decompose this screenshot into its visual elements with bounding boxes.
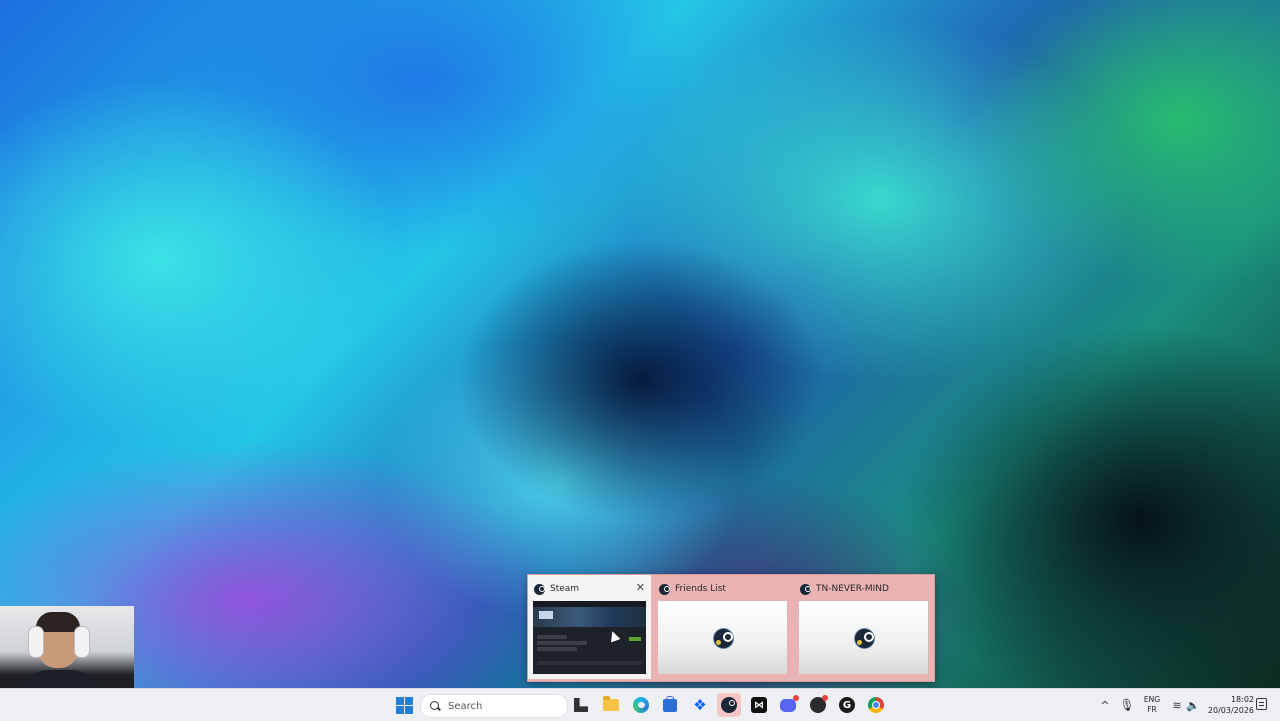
- preview-title: TN-NEVER-MIND: [816, 584, 889, 594]
- headset-icon: [74, 626, 90, 658]
- preview-title-bar: Friends List: [659, 581, 726, 597]
- capcut-icon: ⋈: [751, 697, 767, 713]
- show-hidden-icons-chevron[interactable]: ^: [1098, 689, 1112, 721]
- language-line1: ENG: [1143, 695, 1161, 704]
- folder-icon: [603, 696, 619, 711]
- taskbar-app-file-explorer[interactable]: [599, 693, 623, 717]
- windows-start-icon: [395, 696, 413, 714]
- steam-icon: [800, 583, 811, 595]
- headset-icon: [28, 626, 44, 658]
- taskbar-app-store[interactable]: [658, 693, 682, 717]
- chrome-icon: [868, 697, 884, 713]
- dropbox-icon: ❖: [693, 695, 707, 714]
- volume-icon[interactable]: 🔈: [1186, 689, 1200, 721]
- taskbar-app-files[interactable]: [569, 693, 593, 717]
- obs-icon: [810, 695, 828, 713]
- taskbar-search-box[interactable]: Search: [420, 694, 568, 718]
- steam-icon: [534, 583, 545, 595]
- steam-logo-icon: [713, 628, 734, 649]
- wifi-icon[interactable]: ≋: [1170, 689, 1184, 721]
- start-button[interactable]: [392, 693, 416, 717]
- preview-title: Steam: [550, 584, 580, 594]
- taskbar-app-obs[interactable]: [806, 693, 830, 717]
- taskbar-thumbnail-preview: Steam ✕ Friends List TN-NEVER-MIND: [527, 574, 935, 682]
- preview-title: Friends List: [675, 584, 726, 594]
- taskbar-app-dropbox[interactable]: ❖: [688, 693, 712, 717]
- steam-window-thumbnail: [533, 601, 646, 674]
- taskbar-app-steam[interactable]: [717, 693, 741, 717]
- g-icon: G: [839, 697, 855, 713]
- taskbar: Search ❖ ⋈ G ^ 🎙 ENG FR ≋ 🔈 18:02 20/03/…: [0, 688, 1280, 721]
- microphone-icon[interactable]: 🎙: [1119, 689, 1134, 721]
- close-icon[interactable]: ✕: [636, 581, 645, 595]
- language-indicator[interactable]: ENG FR: [1142, 695, 1162, 715]
- edge-icon: [633, 697, 649, 713]
- preview-title-bar: TN-NEVER-MIND: [800, 581, 889, 597]
- steam-icon: [659, 583, 670, 595]
- steam-logo-icon: [854, 628, 875, 649]
- preview-title-bar: Steam: [534, 581, 579, 597]
- files-icon: [574, 698, 588, 712]
- notification-icon[interactable]: [1256, 698, 1267, 710]
- preview-window-friends-list[interactable]: Friends List: [653, 575, 792, 679]
- search-placeholder: Search: [448, 700, 483, 712]
- preview-window-tn-never-mind[interactable]: TN-NEVER-MIND: [794, 575, 933, 679]
- cursor-icon: [607, 629, 621, 643]
- clock-date: 20/03/2026: [1207, 706, 1254, 715]
- preview-window-steam[interactable]: Steam ✕: [528, 575, 651, 679]
- discord-icon: [780, 694, 799, 712]
- clock-time: 18:02: [1230, 695, 1254, 704]
- language-line2: FR: [1147, 705, 1157, 714]
- chat-window-thumbnail: [799, 601, 928, 674]
- taskbar-app-chrome[interactable]: [864, 693, 888, 717]
- taskbar-app-capcut[interactable]: ⋈: [747, 693, 771, 717]
- taskbar-app-g-hub[interactable]: G: [835, 693, 859, 717]
- steam-icon: [721, 697, 737, 713]
- friends-list-thumbnail: [658, 601, 787, 674]
- taskbar-app-discord[interactable]: [776, 693, 800, 717]
- taskbar-app-edge[interactable]: [629, 693, 653, 717]
- search-icon: [430, 701, 440, 711]
- clock[interactable]: 18:02 20/03/2026: [1206, 694, 1254, 716]
- store-icon: [663, 695, 677, 712]
